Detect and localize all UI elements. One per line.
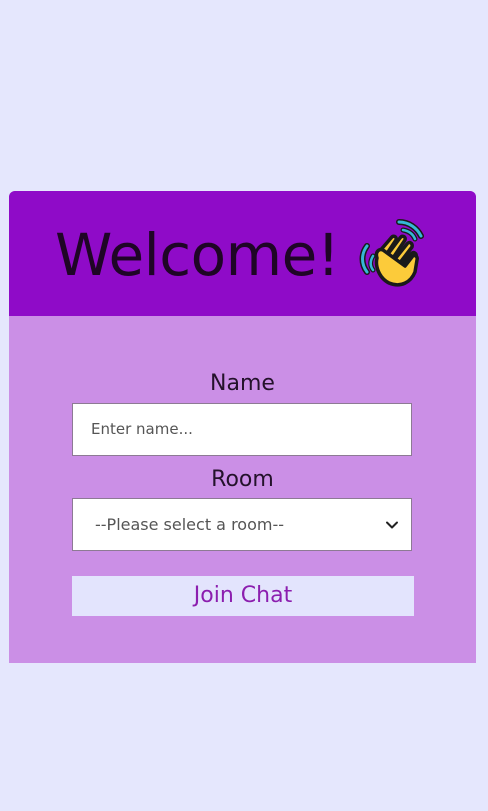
name-input[interactable]: Enter name...	[72, 403, 412, 456]
chevron-down-icon	[386, 521, 398, 529]
room-select[interactable]: --Please select a room--	[72, 498, 412, 551]
page-title: Welcome!	[55, 221, 340, 289]
join-chat-card: Welcome! Name Enter name... Room --Pleas…	[9, 191, 476, 663]
join-chat-button[interactable]: Join Chat	[72, 576, 414, 616]
room-select-value: --Please select a room--	[95, 515, 285, 534]
waving-hand-icon	[359, 219, 424, 287]
card-header: Welcome!	[9, 191, 476, 316]
name-input-placeholder: Enter name...	[91, 420, 193, 438]
name-label: Name	[210, 371, 275, 396]
room-label: Room	[211, 467, 274, 492]
